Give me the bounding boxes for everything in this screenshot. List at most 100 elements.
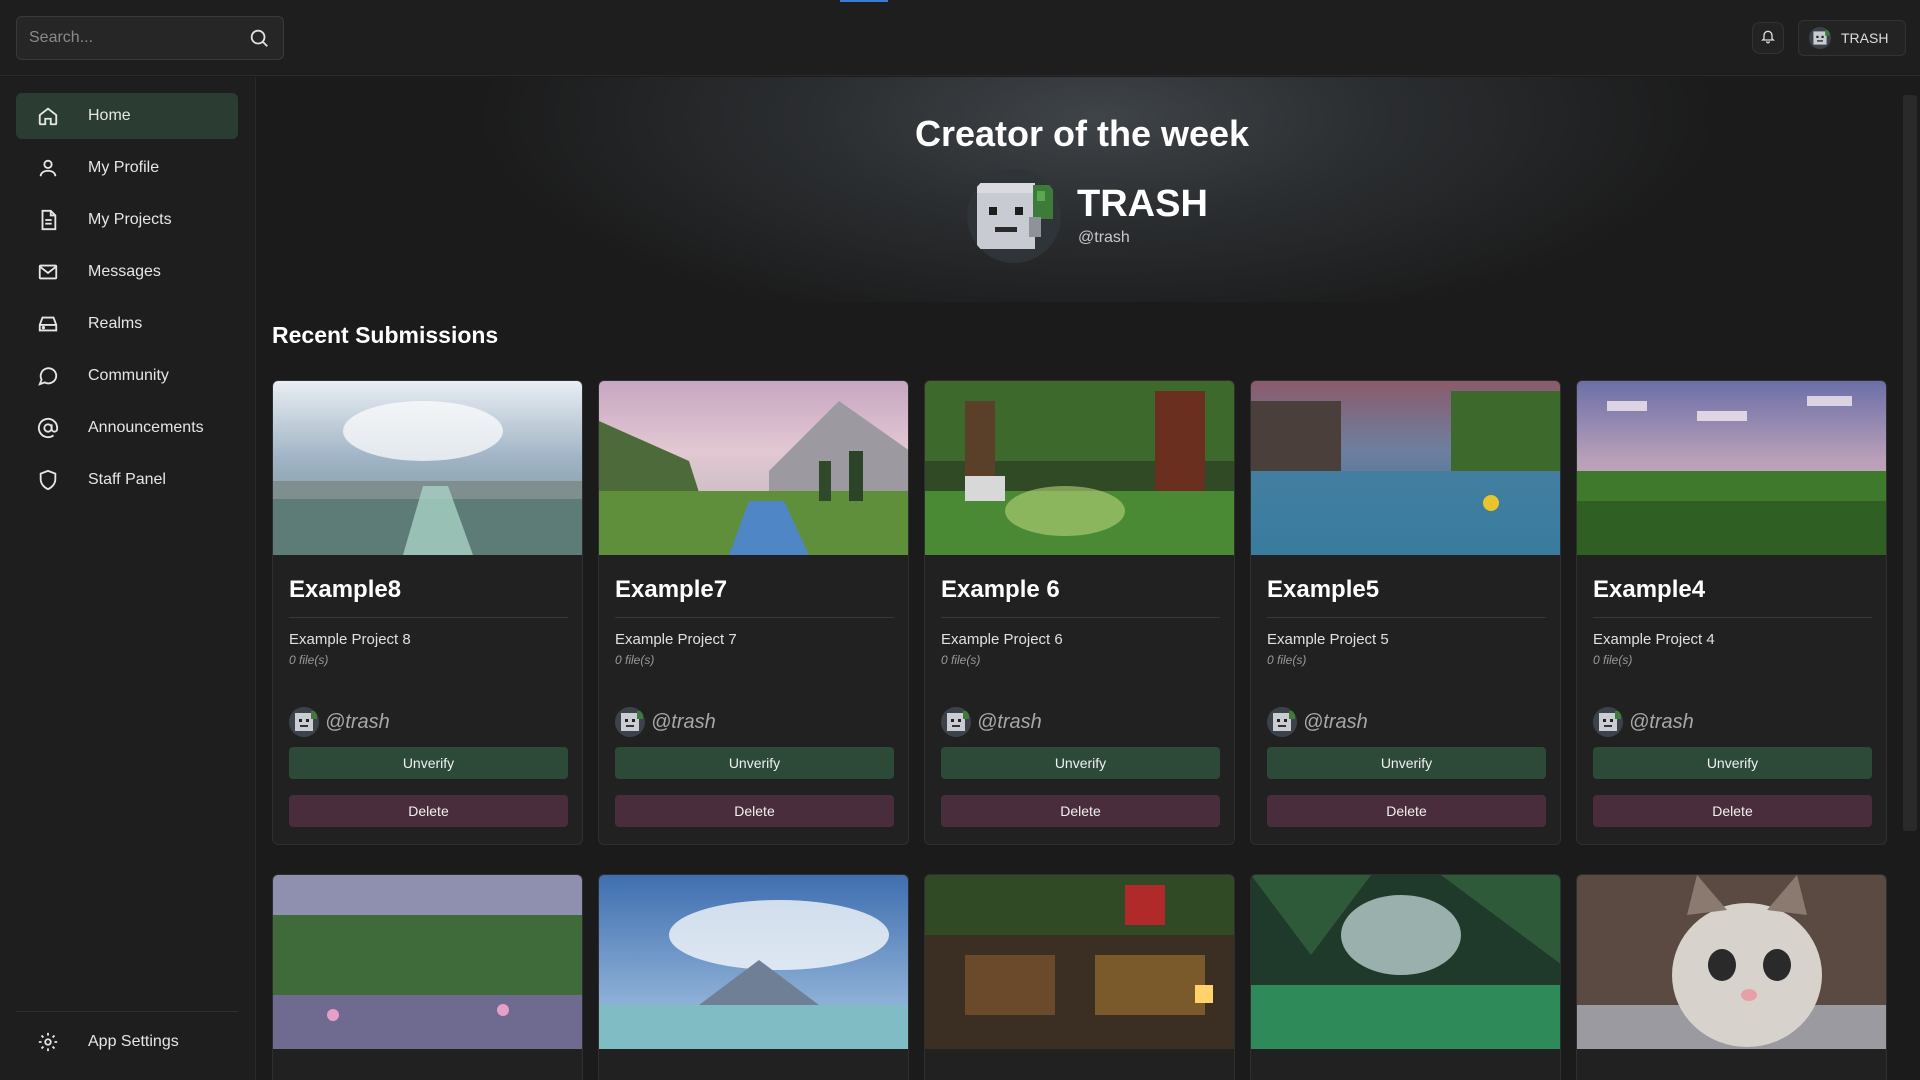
- home-icon: [36, 104, 60, 128]
- shield-icon: [36, 468, 60, 492]
- card-title[interactable]: Example4: [1593, 576, 1705, 604]
- sidebar-item-label: Staff Panel: [88, 471, 166, 488]
- project-card[interactable]: Example7 Example Project 7 0 file(s) @tr…: [598, 380, 909, 845]
- gear-icon: [36, 1030, 60, 1054]
- creator-avatar[interactable]: [967, 169, 1061, 263]
- at-icon: [36, 416, 60, 440]
- project-thumbnail: [1251, 381, 1560, 555]
- card-title[interactable]: Example 6: [941, 576, 1060, 604]
- chat-icon: [36, 364, 60, 388]
- sidebar-item-label: Realms: [88, 315, 143, 332]
- card-author[interactable]: @trash: [1267, 707, 1368, 737]
- sidebar-item-announcements[interactable]: Announcements: [16, 405, 238, 451]
- creator-handle: @trash: [1078, 229, 1130, 246]
- project-card[interactable]: [598, 874, 909, 1080]
- project-thumbnail: [1251, 875, 1560, 1049]
- project-card[interactable]: Example4 Example Project 4 0 file(s) @tr…: [1576, 380, 1887, 845]
- unverify-button[interactable]: Unverify: [615, 747, 894, 779]
- avatar: [289, 707, 319, 737]
- sidebar-item-my-projects[interactable]: My Projects: [16, 197, 238, 243]
- delete-button[interactable]: Delete: [1267, 795, 1546, 827]
- card-description: Example Project 8: [289, 631, 411, 648]
- sidebar-item-label: Community: [88, 367, 169, 384]
- user-icon: [36, 156, 60, 180]
- server-icon: [36, 312, 60, 336]
- author-handle: @trash: [1303, 710, 1368, 733]
- card-title[interactable]: Example5: [1267, 576, 1379, 604]
- scrollbar[interactable]: [1903, 95, 1917, 831]
- app-settings-label: App Settings: [88, 1033, 179, 1050]
- project-thumbnail: [599, 381, 908, 555]
- author-handle: @trash: [325, 710, 390, 733]
- project-thumbnail: [273, 875, 582, 1049]
- project-thumbnail: [1577, 875, 1886, 1049]
- sidebar-divider: [16, 1011, 238, 1012]
- project-card[interactable]: [272, 874, 583, 1080]
- sidebar-item-home[interactable]: Home: [16, 93, 238, 139]
- avatar: [1593, 707, 1623, 737]
- user-menu-button[interactable]: TRASH: [1798, 20, 1906, 56]
- project-card[interactable]: [924, 874, 1235, 1080]
- delete-button[interactable]: Delete: [941, 795, 1220, 827]
- avatar: [1809, 27, 1831, 49]
- sidebar-item-staff-panel[interactable]: Staff Panel: [16, 457, 238, 503]
- mail-icon: [36, 260, 60, 284]
- card-file-count: 0 file(s): [615, 653, 655, 667]
- card-file-count: 0 file(s): [1593, 653, 1633, 667]
- unverify-button[interactable]: Unverify: [1593, 747, 1872, 779]
- notifications-button[interactable]: [1752, 22, 1784, 54]
- sidebar: Home My Profile My Projects Messages Rea…: [0, 77, 256, 1080]
- author-handle: @trash: [1629, 710, 1694, 733]
- unverify-button[interactable]: Unverify: [941, 747, 1220, 779]
- search-icon[interactable]: [247, 26, 271, 50]
- card-title[interactable]: Example8: [289, 576, 401, 604]
- sidebar-item-realms[interactable]: Realms: [16, 301, 238, 347]
- delete-button[interactable]: Delete: [615, 795, 894, 827]
- project-card[interactable]: Example8 Example Project 8 0 file(s) @tr…: [272, 380, 583, 845]
- card-author[interactable]: @trash: [289, 707, 390, 737]
- sidebar-item-label: Announcements: [88, 419, 204, 436]
- delete-button[interactable]: Delete: [1593, 795, 1872, 827]
- card-description: Example Project 4: [1593, 631, 1715, 648]
- unverify-button[interactable]: Unverify: [289, 747, 568, 779]
- project-thumbnail: [925, 875, 1234, 1049]
- project-thumbnail: [273, 381, 582, 555]
- card-description: Example Project 7: [615, 631, 737, 648]
- app-settings-button[interactable]: App Settings: [16, 1019, 238, 1065]
- section-title: Recent Submissions: [272, 322, 499, 348]
- top-accent-indicator: [840, 0, 888, 2]
- card-title[interactable]: Example7: [615, 576, 727, 604]
- creator-name: TRASH: [1077, 183, 1208, 225]
- project-card[interactable]: Example5 Example Project 5 0 file(s) @tr…: [1250, 380, 1561, 845]
- card-author[interactable]: @trash: [615, 707, 716, 737]
- card-divider: [1593, 617, 1872, 618]
- search-input[interactable]: [29, 29, 247, 47]
- card-description: Example Project 6: [941, 631, 1063, 648]
- card-file-count: 0 file(s): [1267, 653, 1307, 667]
- sidebar-item-community[interactable]: Community: [16, 353, 238, 399]
- sidebar-item-my-profile[interactable]: My Profile: [16, 145, 238, 191]
- top-bar: TRASH: [0, 0, 1920, 76]
- card-divider: [1267, 617, 1546, 618]
- card-author[interactable]: @trash: [941, 707, 1042, 737]
- user-name: TRASH: [1841, 30, 1889, 46]
- sidebar-item-messages[interactable]: Messages: [16, 249, 238, 295]
- sidebar-item-label: My Projects: [88, 211, 172, 228]
- search-box[interactable]: [16, 16, 284, 60]
- card-divider: [615, 617, 894, 618]
- sidebar-item-label: My Profile: [88, 159, 160, 176]
- delete-button[interactable]: Delete: [289, 795, 568, 827]
- creator-of-week-banner: Creator of the week TRASH @trash: [257, 77, 1907, 302]
- author-handle: @trash: [977, 710, 1042, 733]
- card-description: Example Project 5: [1267, 631, 1389, 648]
- card-author[interactable]: @trash: [1593, 707, 1694, 737]
- card-divider: [941, 617, 1220, 618]
- project-thumbnail: [925, 381, 1234, 555]
- project-card[interactable]: [1250, 874, 1561, 1080]
- project-card[interactable]: [1576, 874, 1887, 1080]
- unverify-button[interactable]: Unverify: [1267, 747, 1546, 779]
- avatar: [1267, 707, 1297, 737]
- main-content: Creator of the week TRASH @trash Recent …: [257, 77, 1920, 1080]
- bell-icon: [1760, 28, 1776, 49]
- project-card[interactable]: Example 6 Example Project 6 0 file(s) @t…: [924, 380, 1235, 845]
